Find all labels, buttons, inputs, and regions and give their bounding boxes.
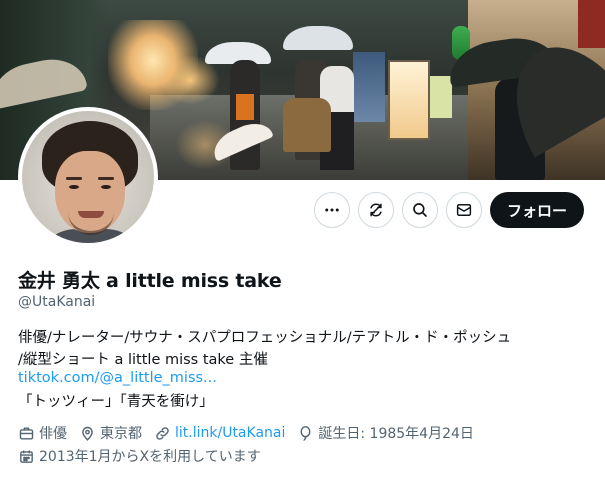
notification-icon [370, 203, 382, 217]
profile-avatar[interactable] [18, 107, 158, 247]
search-icon [413, 203, 427, 217]
profession-item: 俳優 [18, 423, 67, 443]
banner-sign [430, 76, 452, 118]
bio-text: 俳優/ナレーター/サウナ・スパプロフェッショナル/テアトル・ド・ポッシュ [18, 330, 512, 346]
calendar-icon [20, 449, 33, 463]
banner-person [283, 98, 331, 152]
profession-text: 俳優 [39, 426, 67, 442]
mail-icon [456, 204, 472, 216]
user-handle: @UtaKanai [18, 294, 96, 310]
banner-sign [388, 60, 430, 140]
joined-text: 2013年1月からXを利用しています [39, 449, 261, 465]
follow-button[interactable]: フォロー [490, 192, 584, 228]
bio-link[interactable]: tiktok.com/@a_little_miss... [18, 370, 217, 386]
location-item: 東京都 [79, 423, 142, 443]
joined-item: 2013年1月からXを利用しています [18, 446, 261, 466]
more-dots-icon [325, 208, 339, 212]
location-text: 東京都 [100, 426, 142, 442]
profile-meta: 2013年1月からXを利用しています [18, 446, 273, 466]
avatar-brow [66, 177, 82, 180]
bio-text: 「トッツィー」「青天を衝け」 [18, 394, 214, 410]
avatar-eye [69, 185, 79, 189]
website-link[interactable]: lit.link/UtaKanai [175, 425, 285, 441]
search-button[interactable] [402, 192, 438, 228]
banner-umbrella [283, 26, 353, 50]
birthday-text: 誕生日: 1985年4月24日 [318, 426, 474, 442]
avatar-brow [98, 177, 114, 180]
avatar-eye [101, 185, 111, 189]
location-pin-icon [82, 426, 93, 441]
profile-meta: 俳優 東京都 lit.link/UtaKanai 誕生日: 1985年4月24日 [18, 423, 486, 443]
bio-text: /縦型ショート a little miss take 主催 [18, 352, 268, 368]
website-item[interactable]: lit.link/UtaKanai [154, 425, 285, 442]
birthday-item: 誕生日: 1985年4月24日 [297, 423, 474, 443]
display-name: 金井 勇太 a little miss take [18, 270, 282, 292]
banner-building [578, 0, 605, 48]
briefcase-icon [19, 426, 34, 440]
link-icon [156, 426, 169, 440]
banner-sign [353, 52, 385, 122]
banner-bag [236, 94, 254, 120]
message-button[interactable] [446, 192, 482, 228]
balloon-icon [300, 425, 311, 441]
subscribe-button[interactable] [358, 192, 394, 228]
avatar-mouth [78, 211, 104, 218]
more-button[interactable] [314, 192, 350, 228]
